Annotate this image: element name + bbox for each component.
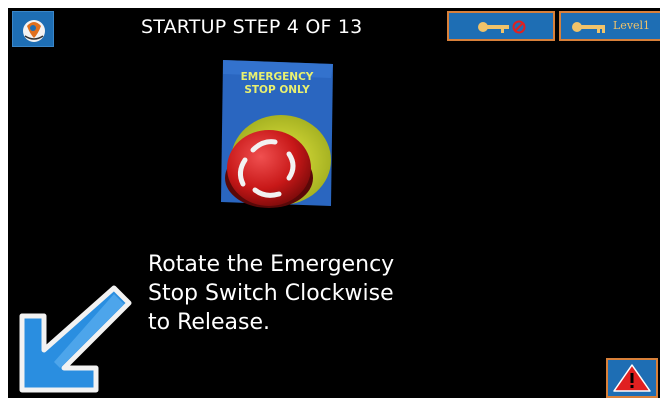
estop-label-line2: STOP ONLY	[244, 84, 310, 96]
arrow-down-left-icon	[19, 285, 132, 393]
instruction-line-3: to Release.	[148, 310, 271, 335]
warning-triangle-icon	[613, 364, 651, 392]
step-title: STARTUP STEP 4 OF 13	[141, 16, 363, 38]
back-button[interactable]	[14, 278, 136, 398]
alarm-button[interactable]	[606, 358, 658, 398]
instruction-text: Rotate the Emergency Stop Switch Clockwi…	[148, 250, 448, 337]
access-level-button[interactable]: Level1	[559, 11, 660, 41]
access-level-label: Level1	[613, 19, 651, 32]
emergency-stop-photo: EMERGENCY STOP ONLY	[221, 60, 333, 208]
instruction-line-2: Stop Switch Clockwise	[148, 281, 394, 306]
estop-label-line1: EMERGENCY	[241, 71, 314, 83]
login-lock-button[interactable]	[447, 11, 555, 41]
home-logo-button[interactable]	[12, 11, 54, 47]
hmi-screen: STARTUP STEP 4 OF 13 Level1 EMERGENCY ST…	[8, 8, 660, 398]
home-logo-icon	[23, 20, 45, 42]
instruction-line-1: Rotate the Emergency	[148, 252, 395, 277]
key-icon	[572, 22, 605, 33]
key-lock-icon	[478, 20, 526, 34]
